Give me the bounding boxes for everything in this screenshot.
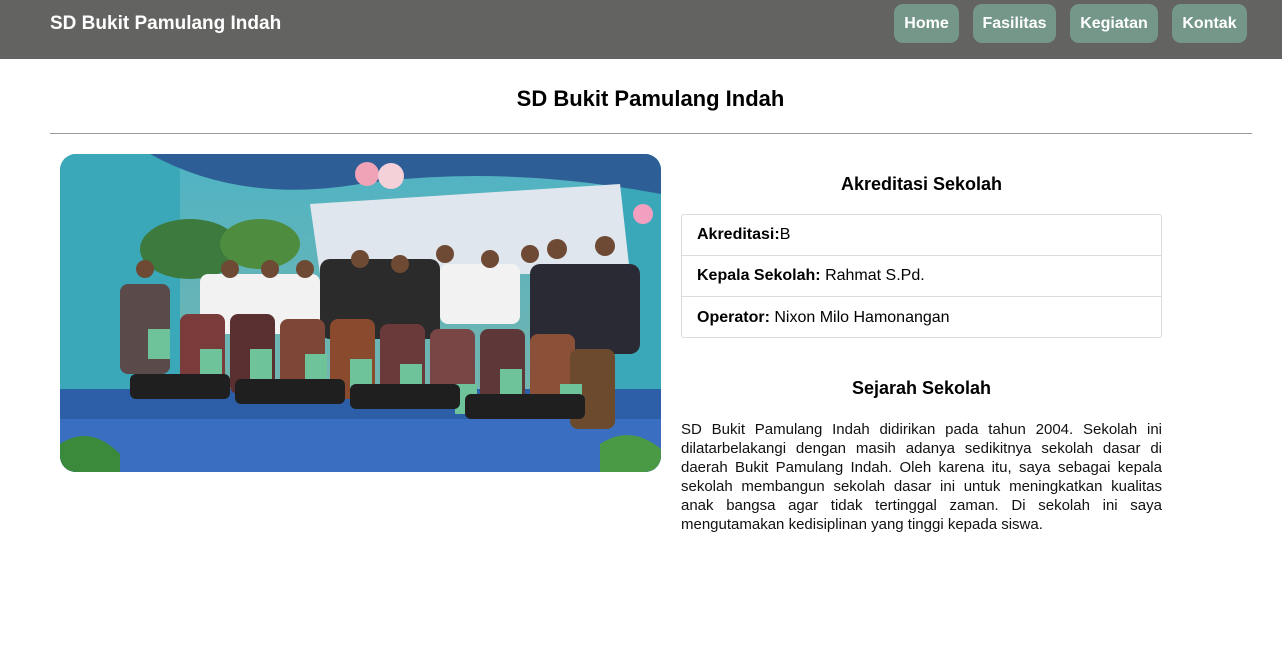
sejarah-title: Sejarah Sekolah bbox=[851, 378, 992, 398]
navbar: SD Bukit Pamulang Indah Home Fasilitas K… bbox=[0, 0, 1282, 59]
akreditasi-title: Akreditasi Sekolah bbox=[840, 174, 1003, 194]
nav-home-button[interactable]: Home bbox=[894, 4, 959, 43]
sejarah-text: SD Bukit Pamulang Indah didirikan pada t… bbox=[681, 421, 1162, 533]
nav-kontak-button[interactable]: Kontak bbox=[1172, 4, 1247, 43]
kepala-sekolah-label: Kepala Sekolah: bbox=[697, 267, 821, 284]
akreditasi-row: Akreditasi: B bbox=[682, 215, 1161, 256]
akreditasi-label: Akreditasi: bbox=[697, 226, 780, 243]
school-group-photo bbox=[60, 154, 661, 472]
operator-value: Nixon Milo Hamonangan bbox=[774, 308, 950, 326]
page-title: SD Bukit Pamulang Indah bbox=[516, 86, 785, 111]
title-divider bbox=[50, 133, 1252, 134]
akreditasi-card: Akreditasi: B Kepala Sekolah: Rahmat S.Pd… bbox=[681, 214, 1162, 338]
photo-illustration bbox=[60, 154, 661, 472]
brand-title[interactable]: SD Bukit Pamulang Indah bbox=[50, 13, 281, 35]
operator-label: Operator: bbox=[697, 308, 770, 326]
kepala-sekolah-value: Rahmat S.Pd. bbox=[825, 267, 925, 284]
nav-kegiatan-button[interactable]: Kegiatan bbox=[1070, 4, 1158, 43]
akreditasi-value: B bbox=[779, 226, 791, 243]
nav-fasilitas-button[interactable]: Fasilitas bbox=[973, 4, 1056, 43]
kepala-sekolah-row: Kepala Sekolah: Rahmat S.Pd. bbox=[682, 256, 1161, 297]
operator-row: Operator: Nixon Milo Hamonangan bbox=[682, 297, 1161, 338]
